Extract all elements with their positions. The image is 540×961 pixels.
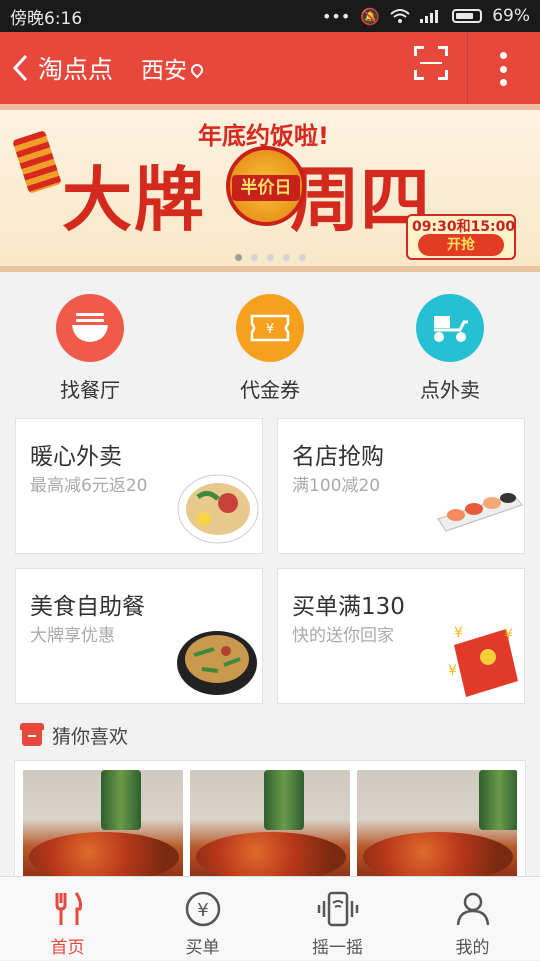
user-icon <box>405 889 540 929</box>
category-restaurants[interactable]: 找餐厅 <box>30 294 150 403</box>
noodle-bowl-image <box>177 474 259 544</box>
banner-cta-button[interactable]: 开抢 <box>418 234 504 256</box>
battery-level: 69% <box>492 6 530 26</box>
pagination-dot <box>298 254 306 261</box>
bottom-tab-bar: 首页 ¥ 买单 摇一摇 我的 <box>0 876 540 960</box>
app-title: 淘点点 <box>38 55 114 84</box>
svg-text:¥: ¥ <box>504 627 513 643</box>
section-title: 猜你喜欢 <box>52 726 129 748</box>
tab-home[interactable]: 首页 <box>0 877 135 961</box>
shake-phone-icon <box>270 889 405 929</box>
recommendation-item[interactable] <box>190 770 350 876</box>
pagination-dot <box>266 254 274 261</box>
tab-shake[interactable]: 摇一摇 <box>270 877 405 961</box>
svg-text:¥: ¥ <box>448 663 457 679</box>
status-bar: 傍晚6:16 ••• 🔕 69% <box>0 0 540 32</box>
promo-card-title: 美食自助餐 <box>30 594 145 620</box>
yuan-circle-icon: ¥ <box>135 889 270 929</box>
pagination-dot <box>250 254 258 261</box>
voucher-icon: ¥ <box>236 294 304 362</box>
banner-time: 09:30和15:00 <box>412 219 516 235</box>
city-label: 西安 <box>141 58 188 84</box>
category-label: 代金券 <box>240 378 300 402</box>
recommendation-list <box>14 760 526 876</box>
bowl-icon <box>56 294 124 362</box>
promo-card-warm-takeout[interactable]: 暖心外卖 最高减6元返20 <box>15 418 263 554</box>
promo-card-title: 名店抢购 <box>292 444 384 470</box>
shop-icon <box>20 722 44 746</box>
recommendation-item[interactable] <box>23 770 183 876</box>
tab-label: 我的 <box>455 938 490 958</box>
promo-card-title: 暖心外卖 <box>30 444 122 470</box>
more-notifications-icon: ••• <box>321 6 351 26</box>
tab-label: 买单 <box>185 938 220 958</box>
stirfry-dish-image <box>177 631 257 695</box>
mute-icon: 🔕 <box>360 6 381 26</box>
app-header: 淘点点 西安 <box>0 32 540 104</box>
recommendations-header: 猜你喜欢 <box>20 722 129 749</box>
sushi-image <box>437 493 523 532</box>
promo-card-title: 买单满130 <box>292 594 405 620</box>
more-menu-button[interactable] <box>498 52 508 86</box>
promo-card-famous-stores[interactable]: 名店抢购 满100减20 <box>277 418 525 554</box>
food-image <box>29 832 179 876</box>
signal-icon <box>420 10 439 23</box>
category-vouchers[interactable]: ¥ 代金券 <box>210 294 330 403</box>
wifi-icon <box>390 9 410 23</box>
banner-pagination <box>0 254 540 261</box>
svg-text:¥: ¥ <box>197 900 208 921</box>
tab-pay[interactable]: ¥ 买单 <box>135 877 270 961</box>
promo-card-subtitle: 快的送你回家 <box>292 626 394 646</box>
tab-profile[interactable]: 我的 <box>405 877 540 961</box>
category-delivery[interactable]: 点外卖 <box>390 294 510 403</box>
pagination-dot <box>234 254 242 261</box>
promo-card-subtitle: 大牌享优惠 <box>30 626 115 646</box>
scan-button[interactable] <box>414 46 448 80</box>
category-label: 点外卖 <box>420 378 480 402</box>
firecracker-icon <box>12 130 62 194</box>
back-button[interactable] <box>4 32 36 104</box>
scooter-icon <box>416 294 484 362</box>
promo-card-subtitle: 最高减6元返20 <box>30 476 148 496</box>
pagination-dot <box>282 254 290 261</box>
food-image <box>196 832 346 876</box>
svg-text:¥: ¥ <box>266 322 274 337</box>
more-dot-icon <box>499 52 507 59</box>
category-row: 找餐厅 ¥ 代金券 点外卖 <box>0 272 540 406</box>
tab-label: 摇一摇 <box>312 938 363 958</box>
food-image <box>363 832 513 876</box>
status-icons: ••• 🔕 69% <box>322 6 530 26</box>
promo-card-taxi-ride[interactable]: 买单满130 快的送你回家 ¥ ¥ ¥ <box>277 568 525 704</box>
banner-badge: 半价日 <box>232 175 300 201</box>
svg-text:¥: ¥ <box>454 625 463 641</box>
red-envelope-icon: ¥ ¥ ¥ <box>448 625 518 697</box>
banner-headline-left: 大牌 <box>62 158 206 241</box>
location-pin-icon <box>188 61 206 79</box>
tab-label: 首页 <box>50 938 85 958</box>
promo-banner[interactable]: 年底约饭啦! 大牌 周四 半价日 09:30和15:00 开抢 <box>0 104 540 272</box>
category-label: 找餐厅 <box>60 378 120 402</box>
city-selector[interactable]: 西安 <box>141 51 206 85</box>
promo-card-buffet[interactable]: 美食自助餐 大牌享优惠 <box>15 568 263 704</box>
promo-card-subtitle: 满100减20 <box>292 476 381 496</box>
scan-icon <box>420 62 442 64</box>
fork-knife-icon <box>0 889 135 929</box>
header-divider <box>467 32 468 104</box>
battery-icon <box>452 9 483 23</box>
status-time: 傍晚6:16 <box>10 8 83 29</box>
recommendation-item[interactable] <box>357 770 517 876</box>
chevron-left-icon <box>12 54 28 82</box>
